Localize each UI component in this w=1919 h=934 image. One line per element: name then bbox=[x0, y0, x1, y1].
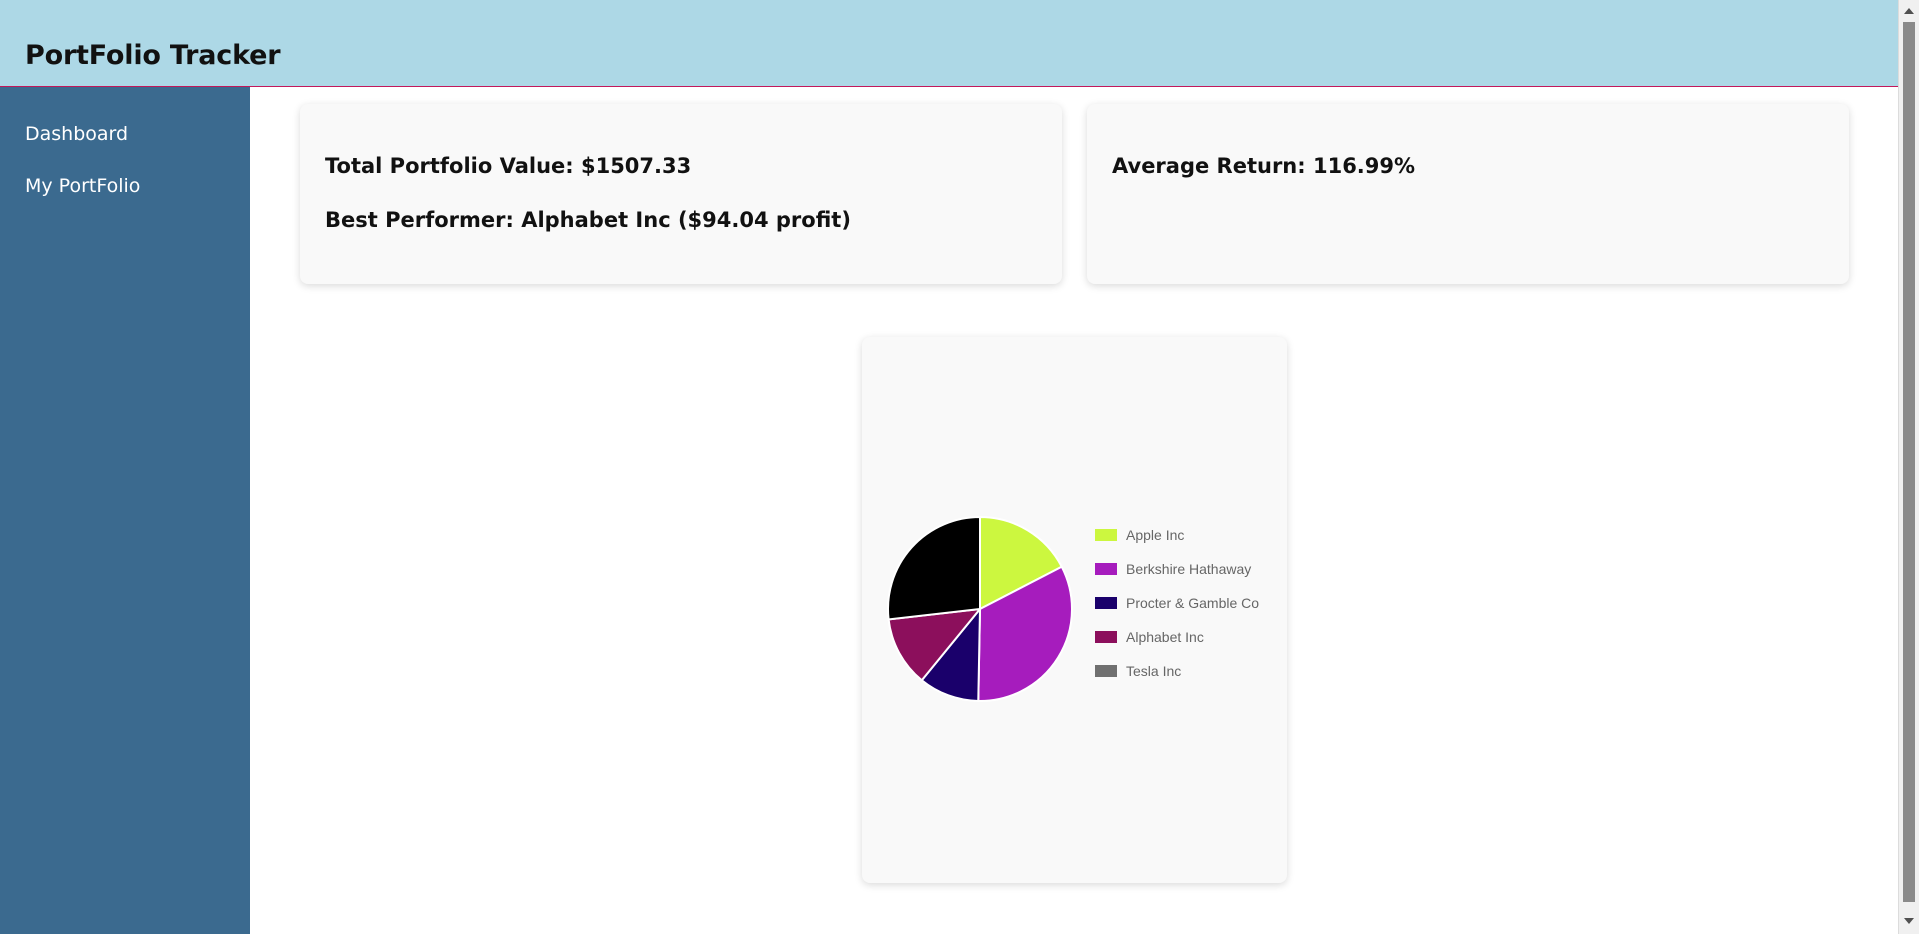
scroll-up-arrow-icon[interactable] bbox=[1904, 8, 1914, 14]
pie-slice-tesla-inc[interactable] bbox=[887, 515, 981, 621]
portfolio-summary-card: Total Portfolio Value: $1507.33 Best Per… bbox=[300, 104, 1062, 284]
chart-legend: Apple Inc Berkshire Hathaway Procter & Gam… bbox=[1095, 527, 1259, 679]
legend-swatch[interactable] bbox=[1095, 597, 1117, 609]
average-return: Average Return: 116.99% bbox=[1112, 154, 1416, 178]
scroll-down-arrow-icon[interactable] bbox=[1904, 918, 1914, 924]
legend-label[interactable]: Alphabet Inc bbox=[1126, 629, 1204, 645]
scrollbar-thumb[interactable] bbox=[1903, 22, 1915, 902]
legend-label[interactable]: Berkshire Hathaway bbox=[1126, 561, 1251, 577]
total-portfolio-value: Total Portfolio Value: $1507.33 bbox=[325, 154, 692, 178]
legend-label[interactable]: Apple Inc bbox=[1126, 527, 1184, 543]
legend-swatch[interactable] bbox=[1095, 631, 1117, 643]
legend-label[interactable]: Procter & Gamble Co bbox=[1126, 595, 1259, 611]
sidebar-item-my-portfolio[interactable]: My PortFolio bbox=[25, 175, 140, 197]
legend-label[interactable]: Tesla Inc bbox=[1126, 663, 1181, 679]
legend-swatch[interactable] bbox=[1095, 665, 1117, 677]
allocation-pie-chart: Apple Inc Berkshire Hathaway Procter & Gam… bbox=[887, 515, 1259, 702]
returns-card: Average Return: 116.99% bbox=[1087, 104, 1849, 284]
vertical-scrollbar[interactable] bbox=[1898, 0, 1919, 934]
allocation-chart-card: Apple Inc Berkshire Hathaway Procter & Gam… bbox=[862, 337, 1287, 883]
best-performer: Best Performer: Alphabet Inc ($94.04 pro… bbox=[325, 208, 851, 232]
legend-swatch[interactable] bbox=[1095, 529, 1117, 541]
sidebar-item-dashboard[interactable]: Dashboard bbox=[25, 123, 128, 145]
legend-swatch[interactable] bbox=[1095, 563, 1117, 575]
app-title: PortFolio Tracker bbox=[25, 40, 281, 71]
app-window: PortFolio Tracker Dashboard My PortFolio… bbox=[0, 0, 1919, 934]
sidebar: Dashboard My PortFolio bbox=[0, 87, 250, 934]
app-header: PortFolio Tracker bbox=[0, 0, 1898, 87]
